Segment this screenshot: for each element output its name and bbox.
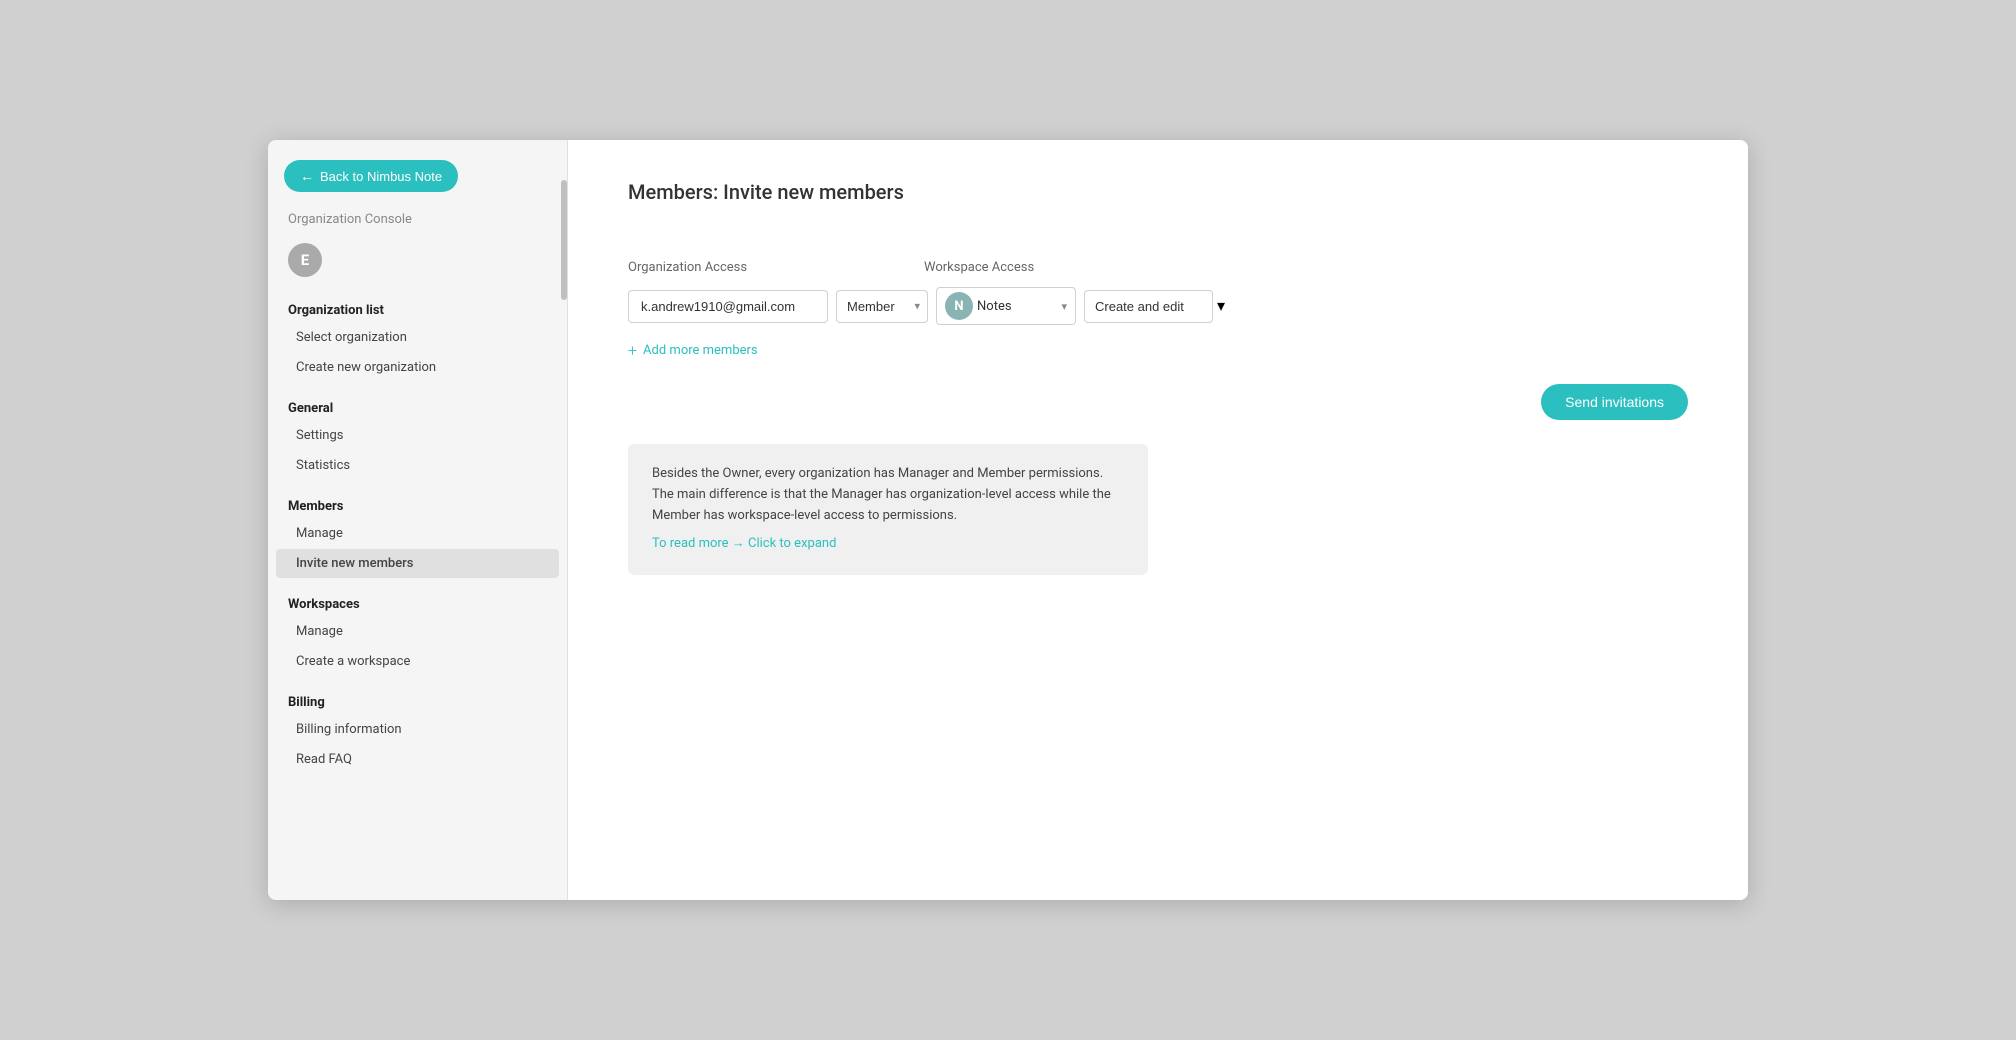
workspace-access-label: Workspace Access [924,260,1034,275]
sidebar-item-manage-workspaces[interactable]: Manage [276,617,559,646]
back-arrow-icon: ← [300,168,314,184]
nav-section-org-list: Organization list Select organization Cr… [268,293,567,391]
sidebar-item-settings[interactable]: Settings [276,421,559,450]
sidebar-item-select-org[interactable]: Select organization [276,323,559,352]
sidebar: ← Back to Nimbus Note Organization Conso… [268,140,568,900]
nav-section-billing: Billing Billing information Read FAQ [268,685,567,783]
nav-group-title-org: Organization list [268,293,567,322]
app-window: ← Back to Nimbus Note Organization Conso… [268,140,1748,900]
sidebar-item-create-workspace[interactable]: Create a workspace [276,647,559,676]
org-access-label: Organization Access [628,260,908,275]
workspace-avatar: N [945,292,973,320]
permissions-chevron-icon: ▾ [1217,296,1225,315]
page-title: Members: Invite new members [628,180,1688,204]
email-input[interactable] [628,290,828,323]
info-text: Besides the Owner, every organization ha… [652,464,1124,526]
back-button[interactable]: ← Back to Nimbus Note [284,160,458,192]
sidebar-item-invite-members[interactable]: Invite new members [276,549,559,578]
nav-group-title-workspaces: Workspaces [268,587,567,616]
nav-section-workspaces: Workspaces Manage Create a workspace [268,587,567,685]
workspace-name: Notes [977,299,1057,314]
nav-section-general: General Settings Statistics [268,391,567,489]
read-more-link[interactable]: To read more → Click to expand [652,534,1124,555]
page-header: Members: Invite new members [568,140,1748,228]
nav-group-title-billing: Billing [268,685,567,714]
org-avatar: E [288,243,322,277]
invite-section: Organization Access Workspace Access Mem… [568,228,1748,607]
role-select[interactable]: Member Manager Owner [836,290,928,323]
nav-group-title-general: General [268,391,567,420]
access-labels: Organization Access Workspace Access [628,260,1688,275]
nav-group-title-members: Members [268,489,567,518]
permissions-select[interactable]: Create and edit View only No access [1084,290,1213,323]
permissions-select-wrapper: Create and edit View only No access ▾ [1084,290,1225,323]
workspace-row: N Notes ▾ [936,287,1076,325]
nav-section-members: Members Manage Invite new members [268,489,567,587]
sidebar-item-create-org[interactable]: Create new organization [276,353,559,382]
add-more-label: Add more members [643,343,758,358]
scrollbar-track [561,140,567,900]
role-select-wrapper: Member Manager Owner ▾ [836,290,928,323]
sidebar-item-manage-members[interactable]: Manage [276,519,559,548]
invite-row: Member Manager Owner ▾ N Notes ▾ Create … [628,287,1688,325]
plus-icon: + [628,341,637,360]
main-content: Members: Invite new members Organization… [568,140,1748,900]
info-box: Besides the Owner, every organization ha… [628,444,1148,575]
sidebar-item-read-faq[interactable]: Read FAQ [276,745,559,774]
scrollbar-thumb[interactable] [561,180,567,300]
send-invitations-button[interactable]: Send invitations [1541,384,1688,420]
sidebar-item-statistics[interactable]: Statistics [276,451,559,480]
sidebar-item-billing-info[interactable]: Billing information [276,715,559,744]
add-more-members-link[interactable]: + Add more members [628,341,1688,360]
org-console-label: Organization Console [268,208,567,239]
workspace-chevron-icon: ▾ [1061,300,1067,313]
